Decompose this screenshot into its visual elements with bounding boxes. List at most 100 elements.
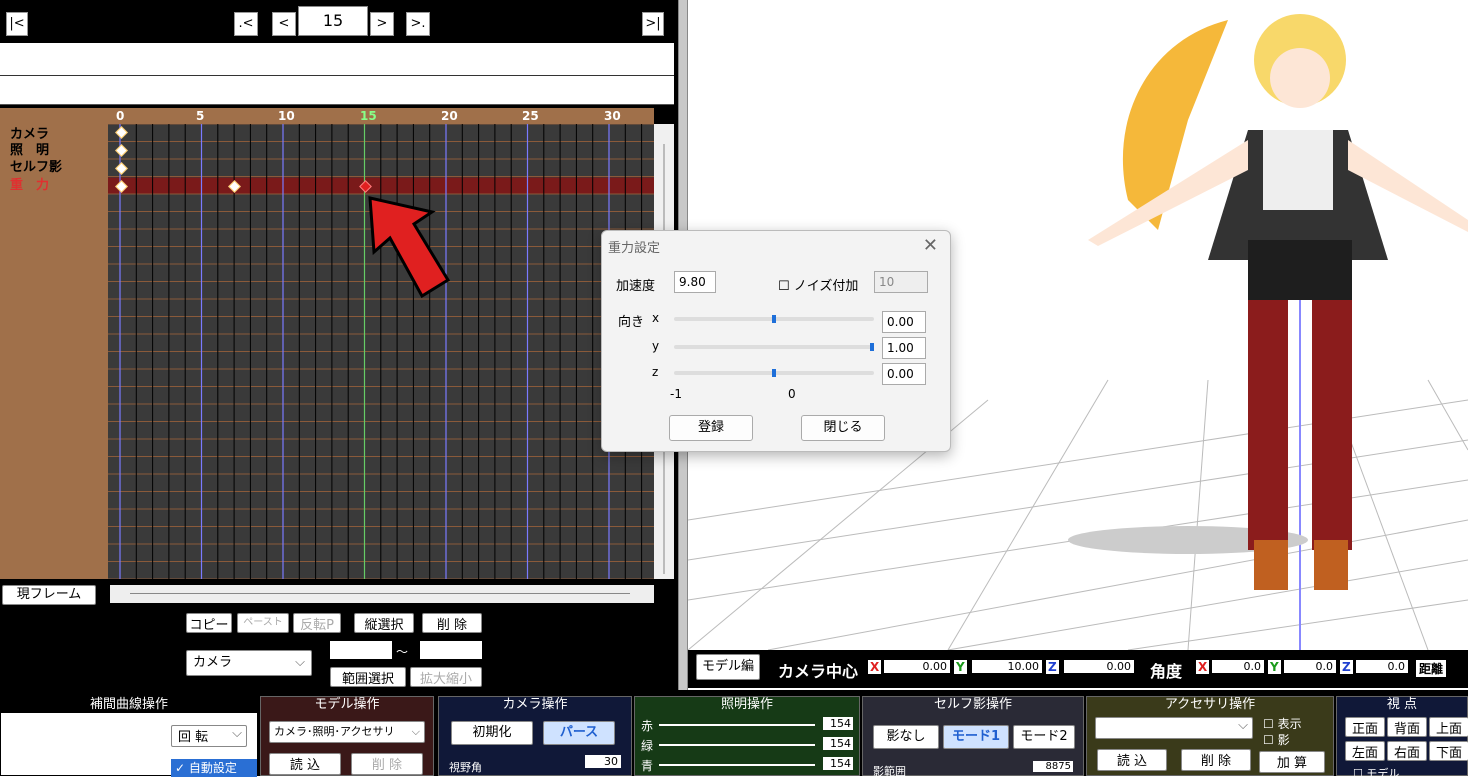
target-select-value: カメラ (193, 655, 233, 670)
z-input[interactable]: 0.00 (882, 363, 926, 385)
shadow-range-label: 影範囲 (873, 765, 906, 778)
model-edit-button[interactable]: モデル編 (696, 654, 760, 680)
angle-y-input[interactable]: 0.0 (1284, 660, 1336, 673)
ruler-tick: 30 (604, 109, 621, 123)
light-green-input[interactable]: 154 (823, 737, 853, 750)
scale-mid-label: 0 (788, 387, 796, 401)
axis-x-label: X (1196, 660, 1210, 674)
camera-init-button[interactable]: 初期化 (451, 721, 533, 745)
frame-slider[interactable] (110, 585, 654, 603)
track-light[interactable]: 照 明 (10, 144, 49, 158)
next-frame-button[interactable]: > (370, 12, 394, 36)
view-top-button[interactable]: 上面 (1429, 717, 1468, 737)
noise-checkbox[interactable]: ☐ ノイズ付加 (778, 275, 858, 294)
light-blue-label: 青 (641, 759, 654, 773)
model-load-button[interactable]: 読 込 (269, 753, 341, 775)
ruler-tick: 5 (196, 109, 205, 123)
auto-setting-checkbox[interactable]: ✓ 自動設定 (171, 759, 257, 777)
keyframe-grid[interactable] (108, 124, 654, 579)
annotation-arrow-icon (368, 196, 451, 299)
view-right-button[interactable]: 右面 (1387, 741, 1427, 761)
light-blue-input[interactable]: 154 (823, 757, 853, 770)
paste-button[interactable]: ペースト (237, 613, 289, 633)
y-slider[interactable] (674, 343, 874, 351)
model-select[interactable]: カメラ･照明･アクセサリ ⌵ (269, 721, 425, 743)
first-frame-button[interactable]: |< (6, 12, 28, 36)
shadow-mode1-button[interactable]: モード1 (943, 725, 1009, 749)
track-selfshadow[interactable]: セルフ影 (10, 161, 62, 175)
track-gravity[interactable]: 重 力 (10, 179, 49, 193)
scale-button[interactable]: 拡大縮小 (410, 667, 482, 687)
light-green-slider[interactable] (659, 744, 815, 746)
accessory-add-button[interactable]: 加 算 (1259, 751, 1325, 773)
light-green-label: 緑 (641, 739, 654, 753)
prev-frame-button[interactable]: < (272, 12, 296, 36)
fov-input[interactable]: 30 (585, 755, 621, 768)
angle-z-input[interactable]: 0.0 (1356, 660, 1408, 673)
camera-info-bar: モデル編 カメラ中心 X 0.00 Y 10.00 Z 0.00 角度 X 0.… (688, 650, 1468, 688)
x-input[interactable]: 0.00 (882, 311, 926, 333)
light-red-input[interactable]: 154 (823, 717, 853, 730)
accessory-load-button[interactable]: 読 込 (1097, 749, 1167, 771)
camera-x-input[interactable]: 0.00 (884, 660, 950, 673)
noise-label: ノイズ付加 (793, 279, 859, 294)
close-icon[interactable]: ✕ (923, 235, 938, 256)
copy-button[interactable]: コピー (186, 613, 232, 633)
view-model-checkbox[interactable]: ☐ モデル (1353, 765, 1399, 781)
accessory-shadow-label: 影 (1277, 733, 1290, 747)
register-button[interactable]: 登録 (669, 415, 753, 441)
camera-y-input[interactable]: 10.00 (972, 660, 1042, 673)
target-select[interactable]: カメラ ⌵ (186, 650, 312, 676)
view-front-button[interactable]: 正面 (1345, 717, 1385, 737)
interp-rotation-select[interactable]: 回 転 ⌵ (171, 725, 247, 747)
last-frame-button[interactable]: >| (642, 12, 664, 36)
range-end-input[interactable] (420, 641, 482, 659)
y-slider-thumb[interactable] (870, 343, 874, 351)
current-frame-button[interactable]: 現フレーム (2, 585, 96, 605)
perspective-button[interactable]: パース (543, 721, 615, 745)
shadow-mode2-button[interactable]: モード2 (1013, 725, 1075, 749)
chevron-down-icon: ⌵ (1238, 718, 1248, 733)
light-red-label: 赤 (641, 719, 654, 733)
light-red-slider[interactable] (659, 724, 815, 726)
delete-button[interactable]: 削 除 (422, 613, 482, 633)
z-slider[interactable] (674, 369, 874, 377)
light-panel-title: 照明操作 (720, 697, 773, 712)
camera-panel: カメラ操作 初期化 パース 視野角 30 (438, 696, 632, 776)
track-camera[interactable]: カメラ (10, 128, 49, 142)
prev-key-button[interactable]: .< (234, 12, 258, 36)
next-key-button[interactable]: >. (406, 12, 430, 36)
accessory-show-checkbox[interactable]: ☐ 表示 (1263, 715, 1302, 732)
range-select-button[interactable]: 範囲選択 (330, 667, 406, 687)
view-panel-title: 視 点 (1386, 697, 1418, 712)
range-start-input[interactable] (330, 641, 392, 659)
angle-x-input[interactable]: 0.0 (1212, 660, 1264, 673)
model-delete-button[interactable]: 削 除 (351, 753, 423, 775)
selfshadow-panel-title: セルフ影操作 (933, 697, 1012, 712)
chevron-down-icon: ⌵ (295, 655, 305, 670)
shadow-none-button[interactable]: 影なし (873, 725, 939, 749)
accessory-shadow-checkbox[interactable]: ☐ 影 (1263, 731, 1290, 748)
z-slider-thumb[interactable] (772, 369, 776, 377)
frame-number-input[interactable]: 15 (298, 6, 368, 36)
light-blue-slider[interactable] (659, 764, 815, 766)
view-left-button[interactable]: 左面 (1345, 741, 1385, 761)
y-input[interactable]: 1.00 (882, 337, 926, 359)
z-label: z (652, 365, 659, 379)
noise-input[interactable]: 10 (874, 271, 928, 293)
frame-info-bar (0, 43, 674, 105)
frame-ruler[interactable]: 0 5 10 15 20 25 30 (108, 108, 654, 124)
close-button[interactable]: 閉じる (801, 415, 885, 441)
view-back-button[interactable]: 背面 (1387, 717, 1427, 737)
view-bottom-button[interactable]: 下面 (1429, 741, 1468, 761)
x-slider-thumb[interactable] (772, 315, 776, 323)
vertical-select-button[interactable]: 縦選択 (354, 613, 414, 633)
camera-z-input[interactable]: 0.00 (1064, 660, 1134, 673)
reverse-paste-button[interactable]: 反転P (293, 613, 341, 633)
shadow-range-input[interactable]: 8875 (1033, 761, 1073, 772)
accessory-delete-button[interactable]: 削 除 (1181, 749, 1251, 771)
x-slider[interactable] (674, 315, 874, 323)
model-panel: モデル操作 カメラ･照明･アクセサリ ⌵ 読 込 削 除 (260, 696, 434, 776)
accel-input[interactable]: 9.80 (674, 271, 716, 293)
accessory-select[interactable]: ⌵ (1095, 717, 1253, 739)
